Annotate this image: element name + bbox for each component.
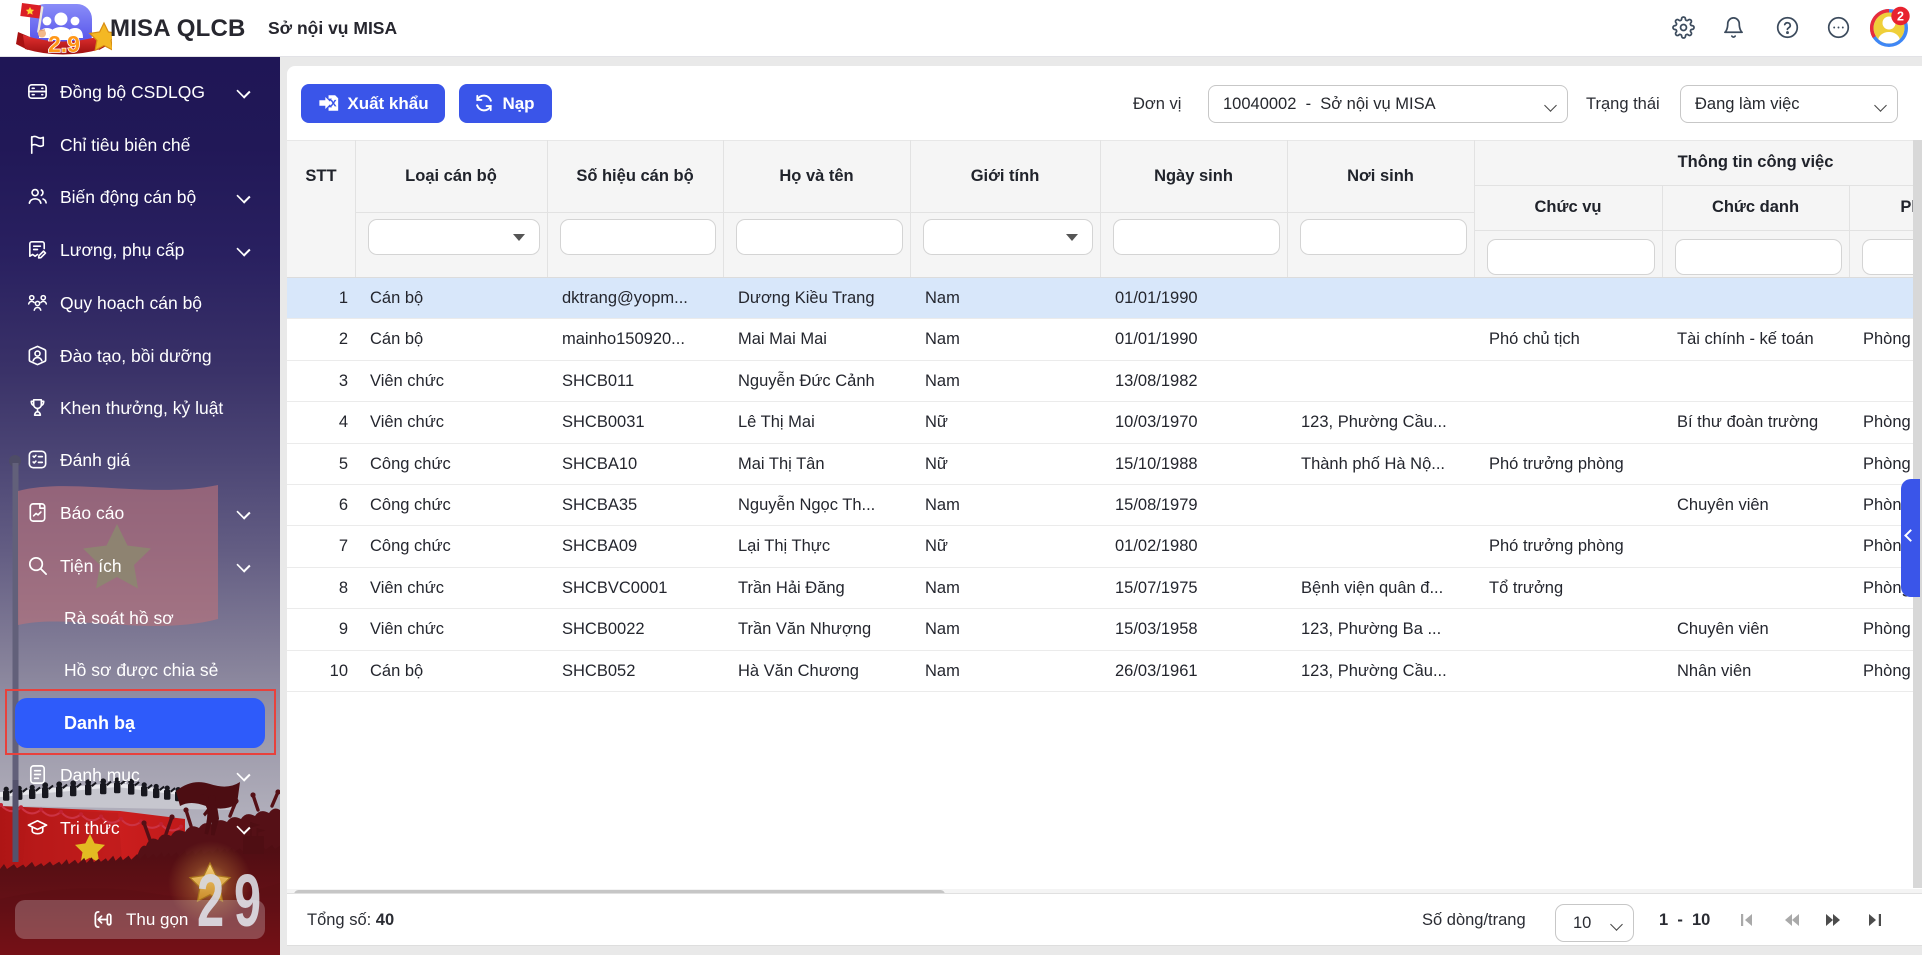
svg-text:2.9: 2.9: [48, 31, 80, 57]
svg-text:2: 2: [1897, 9, 1904, 23]
